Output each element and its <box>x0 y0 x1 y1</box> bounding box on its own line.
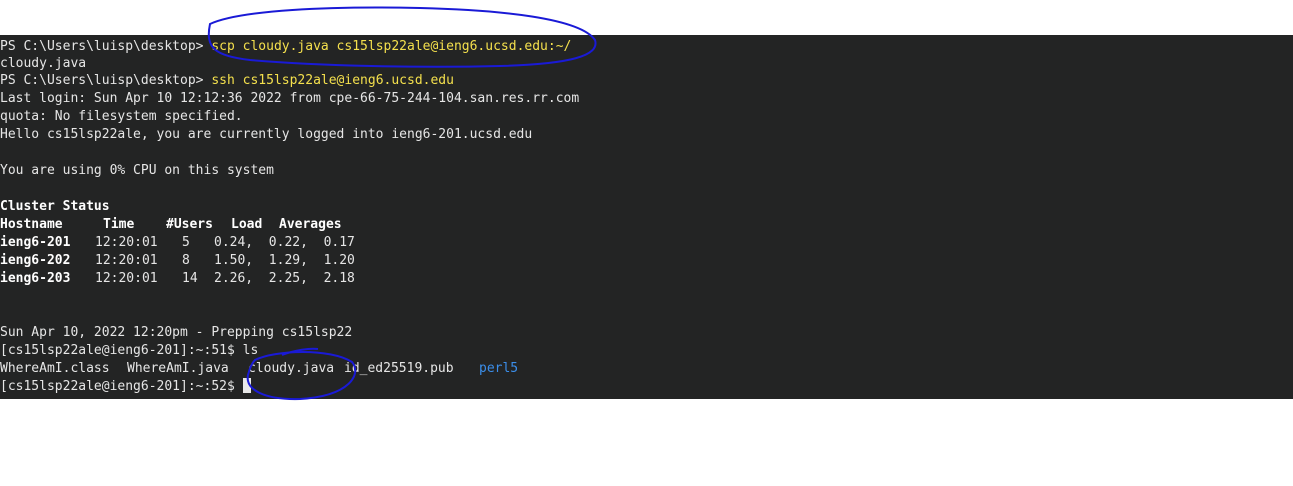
cluster-row: ieng6-201 12:20:01 5 0.24, 0.22, 0.17 <box>0 234 400 252</box>
row-load: 0.24, 0.22, 0.17 <box>214 235 355 250</box>
header-users: #Users <box>166 217 213 232</box>
cluster-row: ieng6-202 12:20:01 8 1.50, 1.29, 1.20 <box>0 252 400 270</box>
ls-output: WhereAmI.class WhereAmI.java cloudy.java… <box>0 360 600 378</box>
terminal-window[interactable]: PS C:\Users\luisp\desktop> scp cloudy.ja… <box>0 35 1293 399</box>
text-cursor <box>242 378 251 393</box>
row-users: 14 <box>182 271 198 286</box>
directory-item: perl5 <box>479 361 519 376</box>
file-item: cloudy.java <box>248 361 335 376</box>
scp-output: cloudy.java <box>0 56 87 71</box>
row-time: 12:20:01 <box>95 253 158 268</box>
cpu-line: You are using 0% CPU on this system <box>0 163 274 178</box>
header-hostname: Hostname <box>0 217 63 232</box>
ssh-command-line: PS C:\Users\luisp\desktop> ssh cs15lsp22… <box>0 72 454 90</box>
row-time: 12:20:01 <box>95 271 158 286</box>
ls-command: ls <box>242 343 259 358</box>
prompt: PS C:\Users\luisp\desktop> <box>0 39 212 54</box>
header-averages: Averages <box>279 217 342 232</box>
header-load: Load <box>231 217 263 232</box>
last-login-line: Last login: Sun Apr 10 12:12:36 2022 fro… <box>0 91 580 106</box>
row-host: ieng6-203 <box>0 271 71 286</box>
ssh-command: ssh cs15lsp22ale@ieng6.ucsd.edu <box>211 73 454 88</box>
row-users: 8 <box>182 253 190 268</box>
row-host: ieng6-201 <box>0 235 71 250</box>
row-load: 2.26, 2.25, 2.18 <box>214 271 355 286</box>
row-time: 12:20:01 <box>95 235 158 250</box>
ls-command-line: [cs15lsp22ale@ieng6-201]:~:51$ ls <box>0 342 258 360</box>
file-item: WhereAmI.class <box>0 361 110 376</box>
row-users: 5 <box>182 235 190 250</box>
header-time: Time <box>103 217 135 232</box>
prompt: [cs15lsp22ale@ieng6-201]:~:52$ <box>0 379 243 394</box>
scp-command: scp cloudy.java cs15lsp22ale@ieng6.ucsd.… <box>211 39 572 54</box>
prepping-line: Sun Apr 10, 2022 12:20pm - Prepping cs15… <box>0 325 353 340</box>
prompt: PS C:\Users\luisp\desktop> <box>0 73 212 88</box>
scp-command-line: PS C:\Users\luisp\desktop> scp cloudy.ja… <box>0 38 571 56</box>
cluster-status-title: Cluster Status <box>0 199 110 214</box>
quota-line: quota: No filesystem specified. <box>0 109 243 124</box>
cluster-row: ieng6-203 12:20:01 14 2.26, 2.25, 2.18 <box>0 270 400 288</box>
file-item: WhereAmI.java <box>127 361 229 376</box>
file-item: id_ed25519.pub <box>344 361 454 376</box>
cluster-header-row: Hostname Time #Users Load Averages <box>0 216 400 234</box>
prompt: [cs15lsp22ale@ieng6-201]:~:51$ <box>0 343 243 358</box>
final-prompt-line[interactable]: [cs15lsp22ale@ieng6-201]:~:52$ <box>0 378 251 396</box>
row-load: 1.50, 1.29, 1.20 <box>214 253 355 268</box>
hello-line: Hello cs15lsp22ale, you are currently lo… <box>0 127 533 142</box>
row-host: ieng6-202 <box>0 253 71 268</box>
